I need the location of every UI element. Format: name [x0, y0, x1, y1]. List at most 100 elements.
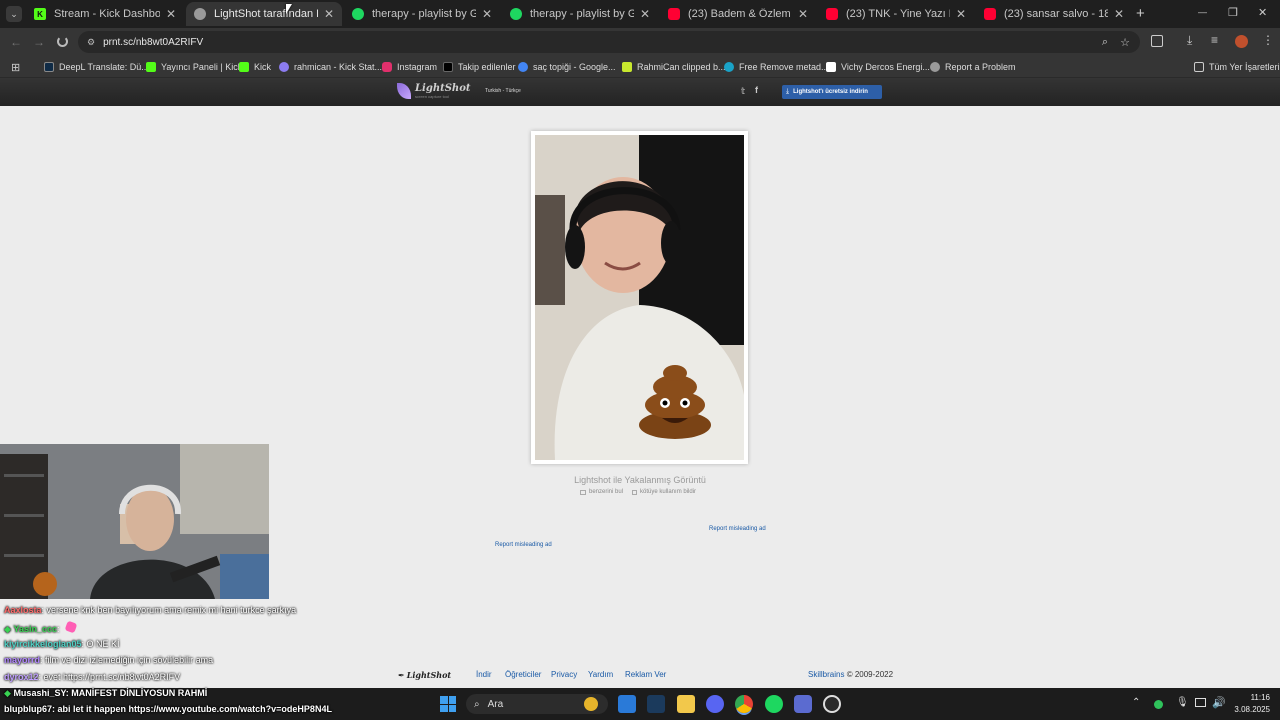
report-abuse-link[interactable]: kötüye kullanım bildir	[632, 489, 696, 495]
taskbar-search[interactable]: ⌕ Ara	[466, 694, 608, 714]
spotify-taskbar-icon[interactable]	[765, 695, 783, 713]
all-bookmarks-folder[interactable]: Tüm Yer İşaretleri	[1194, 56, 1280, 78]
tray-chevron-icon[interactable]: ⌃	[1132, 697, 1140, 708]
bookmark-x-following[interactable]: Takip edilenler	[443, 56, 516, 78]
tab-close-icon[interactable]: ✕	[482, 7, 492, 21]
sunflower-icon	[584, 697, 598, 711]
file-explorer-icon[interactable]	[677, 695, 695, 713]
discord-icon[interactable]	[706, 695, 724, 713]
chat-message: ◆ Musashi_SY: MANİFEST DİNLİYOSUN RAHMİ	[4, 688, 207, 699]
apps-grid-icon[interactable]: ⊞	[11, 56, 20, 78]
bookmark-report-problem[interactable]: Report a Problem	[930, 56, 1016, 78]
footer-link-tutorials[interactable]: Öğreticiler	[505, 670, 541, 679]
tab-close-icon[interactable]: ✕	[1114, 7, 1124, 21]
report-ad-link[interactable]: Report misleading ad	[709, 526, 766, 532]
tab-close-icon[interactable]: ✕	[640, 7, 650, 21]
footer-link-help[interactable]: Yardım	[588, 670, 613, 679]
find-similar-link[interactable]: benzerini bul	[580, 489, 623, 495]
download-icon: ⤓	[786, 88, 790, 95]
bookmark-deepl[interactable]: DeepL Translate: Dü...	[44, 56, 149, 78]
tab-kick-dashboard[interactable]: K Stream - Kick Dashboard ✕	[26, 2, 184, 26]
bookmark-label: DeepL Translate: Dü...	[59, 62, 149, 72]
webcam-feed	[0, 444, 269, 599]
minimize-button[interactable]: —	[1198, 7, 1207, 17]
loading-spinner-icon[interactable]	[57, 36, 68, 47]
chrome-icon[interactable]	[735, 695, 753, 713]
windows-start-icon[interactable]	[440, 696, 456, 712]
webcam-overlay	[0, 444, 269, 599]
back-arrow-icon[interactable]: ←	[10, 35, 22, 49]
tab-close-icon[interactable]: ✕	[324, 7, 334, 21]
lightshot-logo[interactable]: LightShot screen capture tool	[397, 83, 471, 99]
steam-icon[interactable]	[647, 695, 665, 713]
twitter-icon[interactable]: 𝕥	[741, 86, 745, 97]
bookmark-kick-stats[interactable]: rahmican - Kick Stat...	[279, 56, 382, 78]
volume-icon[interactable]: 🔊	[1212, 696, 1226, 709]
tab-search-icon[interactable]: ⌄	[6, 6, 22, 22]
youtube-icon	[984, 8, 996, 20]
new-tab-button[interactable]: +	[1136, 5, 1145, 22]
footer-link-privacy[interactable]: Privacy	[551, 670, 577, 679]
report-ad-link[interactable]: Report misleading ad	[495, 542, 552, 548]
tab-close-icon[interactable]: ✕	[956, 7, 966, 21]
footer-link-advertise[interactable]: Reklam Ver	[625, 670, 666, 679]
bookmark-instagram[interactable]: Instagram	[382, 56, 437, 78]
bookmark-star-icon[interactable]: ☆	[1120, 36, 1130, 49]
tab-lightshot[interactable]: LightShot tarafından Ekran Görü ✕	[186, 2, 342, 26]
deepl-icon	[44, 62, 54, 72]
bookmark-vichy[interactable]: Vichy Dercos Energi...	[826, 56, 930, 78]
media-control-icon[interactable]: ≡	[1211, 33, 1218, 47]
menu-kebab-icon[interactable]: ⋮	[1262, 33, 1274, 47]
address-text[interactable]: prnt.sc/nb8wt0A2RIFV	[103, 37, 203, 48]
tray-status-icon[interactable]	[1154, 700, 1163, 709]
download-icon[interactable]: ⤓	[1187, 33, 1192, 48]
mouse-cursor-icon	[286, 4, 292, 14]
bookmark-kick-panel[interactable]: Yayıncı Paneli | Kick	[146, 56, 242, 78]
language-selector[interactable]: Turkish - Türkçe	[485, 88, 521, 94]
close-window-button[interactable]: ✕	[1258, 6, 1267, 19]
chat-username: mayorrd	[4, 655, 41, 665]
forward-arrow-icon[interactable]: →	[33, 35, 45, 49]
tab-spotify-2[interactable]: therapy - playlist by Gokdeniz ✕	[502, 2, 658, 26]
bookmark-free-remove[interactable]: Free Remove metad...	[724, 56, 829, 78]
zoom-search-icon[interactable]: ⌕	[1102, 36, 1108, 49]
profile-avatar[interactable]	[1235, 35, 1248, 48]
skillbrains-link[interactable]: Skillbrains	[808, 670, 844, 679]
tab-strip: ⌄ K Stream - Kick Dashboard ✕ LightShot …	[0, 0, 1280, 28]
bookmark-clipped[interactable]: RahmiCan clipped b...	[622, 56, 726, 78]
download-lightshot-button[interactable]: ⤓ Lightshot'ı ücretsiz indirin	[782, 85, 882, 99]
site-info-icon[interactable]: ⚙	[87, 37, 95, 48]
store-icon[interactable]	[618, 695, 636, 713]
restore-button[interactable]: ❐	[1228, 6, 1238, 19]
clock[interactable]: 11:16 3.08.2025	[1230, 692, 1270, 716]
tab-youtube-1[interactable]: (23) Badem & Özlem Tekin - Ka ✕	[660, 2, 816, 26]
tab-spotify-1[interactable]: therapy - playlist by Gokdeniz ✕	[344, 2, 500, 26]
tab-title: (23) Badem & Özlem Tekin - Ka	[688, 8, 792, 20]
feather-icon: ✒	[398, 670, 405, 680]
bookmark-google[interactable]: saç topiği - Google...	[518, 56, 616, 78]
diamond-badge-icon: ◆	[4, 624, 11, 634]
tab-youtube-2[interactable]: (23) TNK - Yine Yazı Bekleriz (A ✕	[818, 2, 974, 26]
footer-logo[interactable]: ✒ LightShot	[398, 670, 451, 680]
display-icon[interactable]	[1195, 698, 1206, 707]
tab-close-icon[interactable]: ✕	[166, 7, 176, 21]
address-bar[interactable]: ⚙ prnt.sc/nb8wt0A2RIFV ⌕ ☆	[78, 31, 1140, 53]
footer-link-download[interactable]: İndir	[476, 670, 492, 679]
diamond-badge-icon: ◆	[4, 688, 11, 698]
obs-icon[interactable]	[823, 695, 841, 713]
tab-close-icon[interactable]: ✕	[798, 7, 808, 21]
chat-username: dyrox12	[4, 672, 39, 682]
find-similar-label: benzerini bul	[589, 489, 624, 495]
clip-icon	[622, 62, 632, 72]
chat-text: : abi let it happen https://www.youtube.…	[52, 704, 332, 714]
microphone-icon[interactable]: 🎙	[1176, 697, 1189, 708]
chat-text: :	[56, 624, 60, 634]
bookmark-label: saç topiği - Google...	[533, 62, 616, 72]
amazon-icon	[826, 62, 836, 72]
app-icon[interactable]	[794, 695, 812, 713]
tab-youtube-3[interactable]: (23) sansar salvo - 180 km. - Yo ✕	[976, 2, 1132, 26]
bookmark-kick[interactable]: Kick	[239, 56, 271, 78]
facebook-icon[interactable]: f	[755, 85, 758, 95]
screenshot-frame[interactable]	[531, 131, 748, 464]
extensions-icon[interactable]	[1151, 35, 1163, 47]
